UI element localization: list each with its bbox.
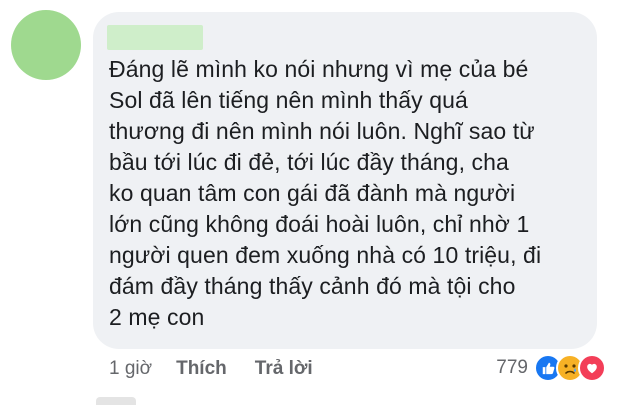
comment-line: đám đầy tháng thấy cảnh đó mà tội cho: [109, 273, 516, 299]
reactions-summary[interactable]: 779: [496, 354, 606, 382]
comment-line: lớn cũng không đoái hoài luôn, chỉ nhờ 1: [109, 211, 530, 237]
comment-line: Đáng lẽ mình ko nói nhưng vì mẹ của bé: [109, 56, 529, 82]
comment-line: thương đi nên mình nói luôn. Nghĩ sao từ: [109, 118, 535, 144]
comment-line: bầu tới lúc đi đẻ, tới lúc đầy tháng, ch…: [109, 149, 509, 175]
love-icon: [578, 354, 606, 382]
comment-line: 2 mẹ con: [109, 304, 205, 330]
reply-button[interactable]: Trả lời: [255, 358, 313, 380]
comment-actions: 1 giờ Thích Trả lời: [109, 356, 341, 382]
comment-line: ko quan tâm con gái đã đành mà người: [109, 180, 516, 206]
comment-text: Đáng lẽ mình ko nói nhưng vì mẹ của bé S…: [109, 54, 587, 333]
comment-line: người quen đem xuống nhà có 10 triệu, đi: [109, 242, 542, 268]
next-comment-avatar-partial: [96, 397, 136, 405]
avatar[interactable]: [11, 10, 81, 80]
like-button[interactable]: Thích: [176, 358, 227, 380]
comment-line: Sol đã lên tiếng nên mình thấy quá: [109, 87, 468, 113]
comment-timestamp[interactable]: 1 giờ: [109, 358, 152, 380]
comment-bubble: Đáng lẽ mình ko nói nhưng vì mẹ của bé S…: [93, 12, 597, 349]
reaction-icons[interactable]: [534, 354, 606, 382]
commenter-name-redacted[interactable]: [107, 25, 203, 50]
reaction-count[interactable]: 779: [496, 357, 528, 379]
